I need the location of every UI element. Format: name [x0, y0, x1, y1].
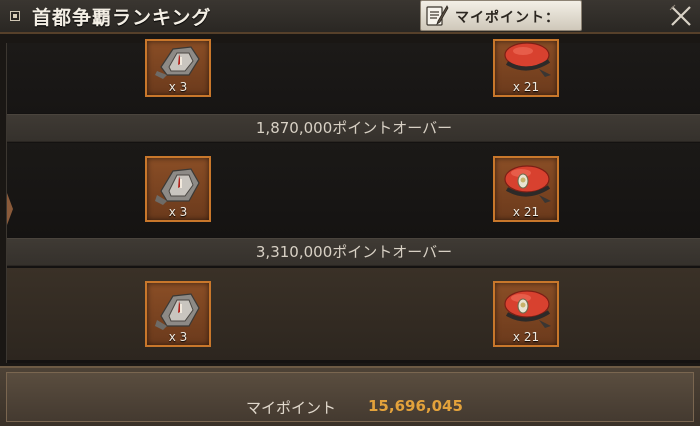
red-beret-icon: [504, 290, 551, 328]
item-count: x 21: [512, 330, 540, 344]
page-title: 首都争覇ランキング: [32, 7, 212, 29]
reward-item-slot[interactable]: x 21: [493, 156, 559, 222]
scroll-left-arrow-icon[interactable]: [7, 193, 13, 225]
item-count: x 21: [512, 80, 540, 94]
my-points-button-label: マイポイント：: [455, 10, 560, 26]
red-beret-icon: [504, 42, 551, 77]
my-points-value: 15,696,045: [368, 397, 463, 415]
reward-row: x 3 x 21: [7, 268, 700, 360]
my-points-label: マイポイント: [246, 399, 337, 417]
my-points-footer: マイポイント 15,696,045: [0, 366, 700, 426]
close-icon[interactable]: [668, 3, 694, 29]
item-count: x 3: [168, 205, 188, 219]
medal-item-icon: [155, 293, 200, 330]
square-bullet-icon: [10, 11, 20, 21]
item-count: x 3: [168, 330, 188, 344]
medal-item-icon: [155, 46, 200, 79]
threshold-label: 3,310,000ポイントオーバー: [7, 238, 700, 266]
reward-item-slot[interactable]: x 21: [493, 281, 559, 347]
reward-item-slot[interactable]: x 3: [145, 39, 211, 97]
document-quill-icon: [426, 5, 449, 26]
my-points-button[interactable]: マイポイント：: [420, 0, 582, 31]
threshold-label: 1,870,000ポイントオーバー: [7, 114, 700, 142]
item-count: x 21: [512, 205, 540, 219]
red-beret-icon: [504, 165, 551, 203]
reward-list[interactable]: x 3 x 21 1,870,000ポイントオーバー x 3 x 21 3,31…: [6, 39, 700, 363]
window-header: 首都争覇ランキング マイポイント：: [0, 0, 700, 34]
my-points-panel: [6, 372, 694, 422]
item-count: x 3: [168, 80, 188, 94]
reward-item-slot[interactable]: x 3: [145, 156, 211, 222]
reward-row: x 3 x 21: [7, 39, 700, 113]
medal-item-icon: [155, 168, 200, 205]
reward-row: x 3 x 21: [7, 143, 700, 237]
reward-item-slot[interactable]: x 3: [145, 281, 211, 347]
reward-item-slot[interactable]: x 21: [493, 39, 559, 97]
